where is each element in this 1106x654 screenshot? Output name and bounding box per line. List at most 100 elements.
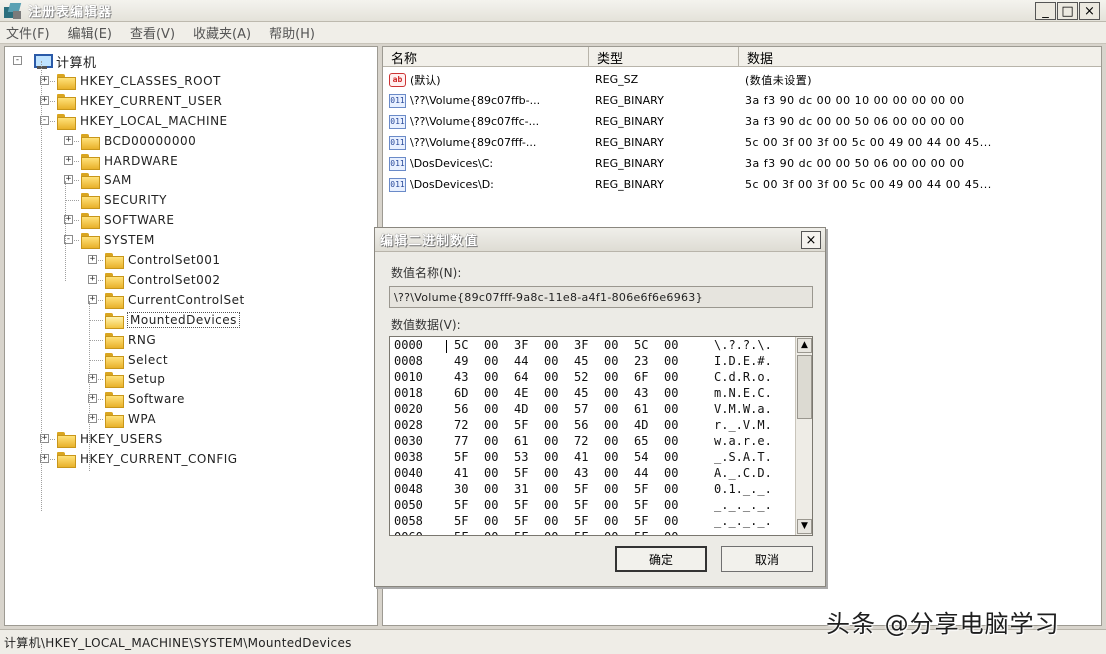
- tree-root[interactable]: - 计算机: [13, 51, 97, 71]
- menu-file[interactable]: 文件(F): [6, 23, 50, 42]
- watermark: 头条 @分享电脑学习: [826, 610, 1060, 638]
- menu-view[interactable]: 查看(V): [130, 23, 175, 42]
- value-data: 3a f3 90 dc 00 00 50 06 00 00 00 00: [745, 157, 965, 170]
- tree-item-setup[interactable]: + Setup: [88, 369, 165, 389]
- tree-item-hkey-local-machine[interactable]: - HKEY_LOCAL_MACHINE: [40, 111, 228, 131]
- hex-byte: 72: [574, 434, 589, 448]
- tree-item-hkey-users[interactable]: + HKEY_USERS: [40, 429, 163, 449]
- hex-byte: 5F: [454, 450, 469, 464]
- hex-byte: 31: [514, 482, 529, 496]
- tree-label: HKEY_CLASSES_ROOT: [80, 73, 221, 88]
- close-button[interactable]: ×: [1079, 2, 1100, 20]
- tree-item-security[interactable]: SECURITY: [81, 190, 167, 210]
- hex-address: 0000: [394, 338, 423, 352]
- hex-byte: 5F: [454, 514, 469, 528]
- menu-favorites[interactable]: 收藏夹(A): [193, 23, 251, 42]
- hex-byte: 00: [484, 386, 499, 400]
- menu-edit[interactable]: 编辑(E): [68, 23, 112, 42]
- tree-item-wpa[interactable]: + WPA: [88, 409, 156, 429]
- hex-byte: 00: [664, 466, 679, 480]
- hex-address: 0010: [394, 370, 423, 384]
- hex-byte: 5F: [514, 418, 529, 432]
- hex-byte: 00: [604, 498, 619, 512]
- tree-item-hkey-current-config[interactable]: + HKEY_CURRENT_CONFIG: [40, 449, 238, 469]
- tree-item-currentcontrolset[interactable]: + CurrentControlSet: [88, 290, 245, 310]
- tree-label: MountedDevices: [127, 311, 240, 328]
- hex-ascii: _.S.A.T.: [714, 450, 772, 464]
- hex-byte: 00: [604, 450, 619, 464]
- hex-byte: 00: [484, 466, 499, 480]
- tree-expander[interactable]: -: [13, 56, 22, 65]
- tree-item-select[interactable]: Select: [105, 350, 168, 370]
- value-row[interactable]: ab (默认) REG_SZ (数值未设置): [383, 69, 1101, 90]
- folder-icon: [57, 113, 76, 130]
- hex-byte: 00: [664, 354, 679, 368]
- hex-byte: 00: [604, 402, 619, 416]
- hex-editor[interactable]: 00605F005F005F005F00_._._._.00585F005F00…: [389, 336, 813, 536]
- folder-icon: [81, 233, 100, 250]
- title-bar[interactable]: 注册表编辑器 _ □ ×: [0, 0, 1106, 22]
- tree-expander[interactable]: +: [88, 274, 97, 284]
- tree-item-software[interactable]: + Software: [88, 389, 185, 409]
- tree-expander[interactable]: +: [64, 155, 73, 165]
- registry-tree[interactable]: - 计算机 + HKEY_CLASSES_ROOT + HKEY_CURRENT_USER…: [4, 46, 378, 626]
- folder-icon: [105, 253, 124, 269]
- hex-byte: 00: [484, 450, 499, 464]
- tree-item-sam[interactable]: + SAM: [64, 170, 132, 190]
- value-row[interactable]: 011 \DosDevices\C: REG_BINARY 3a f3 90 dc 0…: [383, 153, 1101, 174]
- tree-label: SYSTEM: [104, 233, 155, 248]
- hex-byte: 00: [604, 514, 619, 528]
- tree-item-hkey-classes-root[interactable]: + HKEY_CLASSES_ROOT: [40, 71, 221, 91]
- value-row[interactable]: 011 \??\Volume{89c07ffc-... REG_BINARY 3a f…: [383, 111, 1101, 132]
- hex-byte: 6F: [634, 370, 649, 384]
- value-name: \??\Volume{89c07ffb-...: [410, 94, 541, 107]
- hex-byte: 72: [454, 418, 469, 432]
- hex-byte: 5F: [514, 530, 528, 535]
- value-row[interactable]: 011 \??\Volume{89c07fff-... REG_BINARY 5c 0…: [383, 132, 1101, 153]
- tree-item-controlset002[interactable]: + ControlSet002: [88, 270, 221, 290]
- hex-byte: 49: [454, 354, 469, 368]
- scroll-down-arrow[interactable]: ▼: [797, 519, 812, 534]
- hex-byte: 00: [544, 386, 559, 400]
- hex-byte: 45: [574, 354, 589, 368]
- tree-expander[interactable]: +: [88, 255, 97, 264]
- tree-item-hardware[interactable]: + HARDWARE: [64, 151, 178, 171]
- dialog-title-bar[interactable]: 编辑二进制数值 ×: [375, 228, 825, 252]
- hex-scrollbar[interactable]: ▲ ▼: [795, 337, 812, 535]
- tree-item-controlset001[interactable]: + ControlSet001: [88, 250, 221, 270]
- hex-byte: 5F: [454, 530, 468, 535]
- ok-button[interactable]: 确定: [615, 546, 707, 572]
- hex-row: 0020 56 00 4D 00 57 00 61 00 V.M.W.a.: [390, 402, 790, 418]
- value-row[interactable]: 011 \DosDevices\D: REG_BINARY 5c 00 3f 00 3…: [383, 174, 1101, 195]
- tree-item-bcd00000000[interactable]: + BCD00000000: [64, 131, 196, 151]
- value-type: REG_BINARY: [595, 157, 664, 170]
- tree-item-rng[interactable]: RNG: [105, 330, 156, 350]
- hex-ascii: I.D.E.#.: [714, 354, 772, 368]
- value-name-field: \??\Volume{89c07fff-9a8c-11e8-a4f1-806e6…: [389, 286, 813, 308]
- column-type[interactable]: 类型: [589, 47, 739, 67]
- folder-icon: [57, 73, 76, 90]
- tree-item-system[interactable]: - SYSTEM: [64, 230, 155, 250]
- tree-item-mounteddevices[interactable]: MountedDevices: [105, 310, 240, 330]
- value-row[interactable]: 011 \??\Volume{89c07ffb-... REG_BINARY 3a f…: [383, 90, 1101, 111]
- column-data[interactable]: 数据: [739, 47, 1101, 67]
- hex-byte: 6D: [454, 386, 469, 400]
- string-value-icon: ab: [389, 72, 406, 87]
- tree-item-software[interactable]: + SOFTWARE: [64, 210, 174, 230]
- menu-help[interactable]: 帮助(H): [269, 23, 315, 42]
- tree-label: 计算机: [56, 55, 97, 71]
- dialog-close-button[interactable]: ×: [801, 231, 821, 249]
- hex-byte: 00: [484, 514, 499, 528]
- hex-ascii: \.?.?.\.: [714, 338, 772, 352]
- minimize-button[interactable]: _: [1035, 2, 1056, 20]
- hex-byte: 00: [544, 338, 559, 352]
- tree-expander[interactable]: +: [64, 135, 73, 145]
- hex-address: 0058: [394, 514, 423, 528]
- hex-byte: 5F: [634, 530, 648, 535]
- scroll-up-arrow[interactable]: ▲: [797, 338, 812, 353]
- cancel-button[interactable]: 取消: [721, 546, 813, 572]
- column-name[interactable]: 名称: [383, 47, 589, 67]
- maximize-button[interactable]: □: [1057, 2, 1078, 20]
- tree-item-hkey-current-user[interactable]: + HKEY_CURRENT_USER: [40, 91, 222, 111]
- scroll-thumb[interactable]: [797, 355, 812, 419]
